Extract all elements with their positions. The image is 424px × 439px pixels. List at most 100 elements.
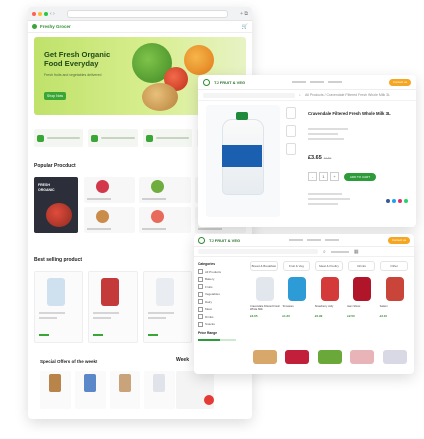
add-to-cart-button[interactable]: ADD TO CART (344, 172, 376, 181)
maximize-window-icon[interactable] (44, 11, 48, 16)
special-offers-grid (40, 371, 175, 409)
category-item[interactable]: Bakery (198, 276, 242, 282)
discount-badge (204, 395, 214, 405)
sort-select[interactable] (330, 250, 349, 253)
qty-value[interactable]: 1 (319, 172, 328, 181)
price-range-slider[interactable] (198, 338, 236, 341)
product-card[interactable]: Cravendale Filtered Fresh Whole Milk £3.… (250, 274, 280, 324)
category-item[interactable]: Drinks (198, 314, 242, 319)
twitter-icon[interactable] (392, 199, 396, 203)
offer-card[interactable] (40, 371, 71, 409)
checkbox[interactable] (198, 306, 203, 312)
menu-item[interactable] (307, 239, 322, 241)
cart-icon[interactable]: 🛒 (242, 24, 248, 30)
qty-plus-button[interactable]: + (330, 172, 339, 181)
checkbox[interactable] (198, 269, 203, 274)
offer-card[interactable] (144, 371, 175, 409)
nav-arrows-icon[interactable]: ‹ › (50, 11, 55, 17)
product-title: Cravendale Filtered Fresh Whole Milk 3L (308, 111, 391, 116)
search-icon[interactable]: ⌕ (323, 249, 326, 255)
category-item[interactable]: Vegetables (198, 291, 242, 297)
category-item[interactable]: All Products (198, 269, 242, 274)
checkbox[interactable] (198, 314, 203, 319)
product-card[interactable]: Salami £3.10 (380, 274, 408, 324)
breadcrumb: All Products / Cravendale Filtered Fresh… (304, 93, 390, 97)
product-card[interactable] (34, 271, 84, 343)
product-card[interactable] (142, 271, 192, 343)
tab-bread-breakfast[interactable]: Bread & Breakfast (250, 261, 278, 271)
bottle-label-image (222, 145, 262, 167)
detail-brand[interactable]: TJ FRUIT & VEG (214, 80, 245, 85)
menu-item[interactable] (328, 81, 343, 83)
checkbox[interactable] (198, 299, 203, 304)
minimize-window-icon[interactable] (38, 11, 42, 16)
shop-now-button[interactable]: Shop Now (44, 92, 66, 100)
product-card[interactable] (347, 328, 375, 368)
offer-card[interactable] (109, 371, 141, 409)
listing-brand[interactable]: TJ FRUIT & VEG (209, 238, 240, 243)
product-name: Strawberry Jelly (314, 305, 334, 308)
product-card[interactable] (139, 207, 191, 233)
new-tab-icon[interactable]: + ⧉ (240, 11, 248, 17)
product-card[interactable] (139, 177, 191, 203)
leaf-logo-icon (32, 24, 37, 29)
product-image (151, 210, 165, 223)
category-item[interactable]: Dairy (198, 299, 242, 304)
product-name: Tomatoes (282, 305, 294, 308)
menu-item[interactable] (310, 81, 325, 83)
bottle-cap-image (236, 112, 248, 120)
menu-item[interactable] (289, 239, 304, 241)
feature-card (88, 129, 138, 147)
site-header: Freshy Grocer 🛒 (28, 21, 252, 33)
product-card[interactable] (88, 271, 138, 343)
product-image (49, 374, 61, 392)
product-image (96, 180, 109, 193)
category-item[interactable]: Meat (198, 306, 242, 312)
thumbnail[interactable] (286, 125, 296, 137)
category-item[interactable]: Snacks (198, 321, 242, 327)
address-bar[interactable] (66, 9, 229, 18)
product-card[interactable] (315, 328, 343, 368)
product-card[interactable]: Ham Slices £2.50 (347, 274, 375, 324)
product-card[interactable] (250, 328, 278, 368)
tab-drinks[interactable]: Drinks (347, 261, 376, 271)
tab-other[interactable]: Other (380, 261, 408, 271)
product-card[interactable] (282, 328, 310, 368)
menu-item[interactable] (325, 239, 340, 241)
product-card[interactable]: Tomatoes £1.20 (282, 274, 310, 324)
product-card[interactable] (84, 207, 136, 233)
thumbnail[interactable] (286, 143, 296, 155)
shield-icon (145, 134, 153, 142)
checkbox[interactable] (198, 284, 203, 289)
product-card[interactable]: Strawberry Jelly £0.99 (315, 274, 343, 324)
checkbox[interactable] (198, 276, 203, 282)
search-input[interactable] (203, 92, 295, 98)
sausage-image (253, 350, 277, 364)
browser-chrome: ‹ › + ⧉ (28, 7, 252, 21)
promo-card[interactable]: FRESH ORGANIC (34, 177, 78, 233)
tab-meat-poultry[interactable]: Meat & Poultry (315, 261, 343, 271)
category-item[interactable]: Fruits (198, 284, 242, 289)
facebook-icon[interactable] (386, 199, 390, 203)
offer-card[interactable] (74, 371, 106, 409)
instagram-icon[interactable] (398, 199, 402, 203)
product-card[interactable] (380, 328, 408, 368)
search-icon[interactable]: ⌕ (299, 93, 301, 97)
checkbox[interactable] (198, 321, 203, 327)
search-input[interactable] (198, 249, 318, 254)
menu-item[interactable] (292, 81, 307, 83)
product-card[interactable] (84, 177, 136, 203)
checkbox[interactable] (198, 291, 203, 297)
whatsapp-icon[interactable] (404, 199, 408, 203)
tab-fruit-veg[interactable]: Fruit & Veg (282, 261, 311, 271)
contact-button[interactable]: Contact us (388, 236, 410, 244)
contact-button[interactable]: Contact us (389, 78, 411, 86)
product-image (155, 278, 174, 306)
brand-name[interactable]: Freshy Grocer (40, 24, 71, 29)
qty-minus-button[interactable]: - (308, 172, 317, 181)
grid-view-icon[interactable]: ▦ (354, 249, 359, 255)
product-image (83, 374, 96, 392)
close-window-icon[interactable] (32, 11, 36, 16)
meat-image (385, 277, 404, 301)
thumbnail[interactable] (286, 107, 296, 119)
